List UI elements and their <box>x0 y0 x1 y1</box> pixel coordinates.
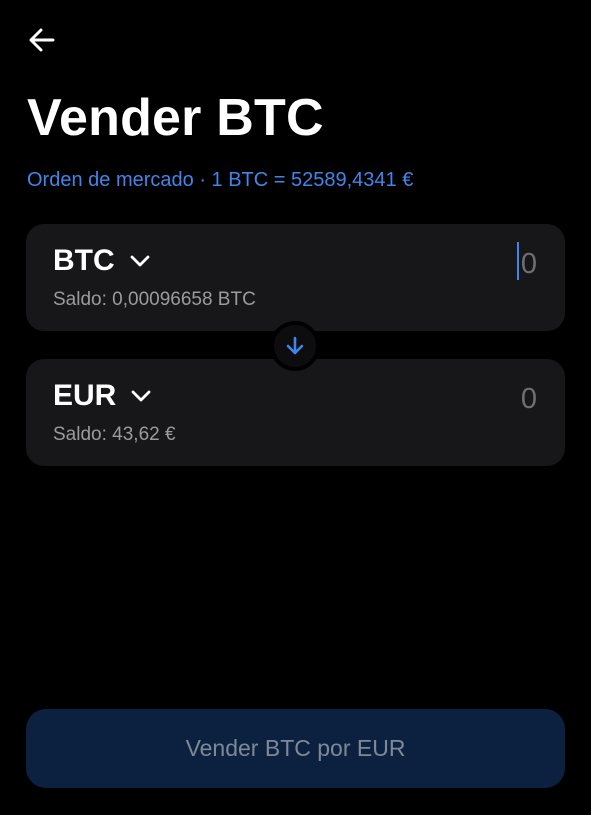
to-currency-code: EUR <box>53 379 117 412</box>
chevron-down-icon <box>130 255 150 267</box>
chevron-down-icon <box>131 390 151 402</box>
to-currency-selector[interactable]: EUR <box>53 377 152 415</box>
arrow-left-icon <box>29 28 55 52</box>
from-amount-input[interactable] <box>417 244 537 284</box>
from-currency-code: BTC <box>53 244 115 277</box>
text-cursor <box>517 242 519 280</box>
sell-btc-for-eur-button[interactable]: Vender BTC por EUR <box>26 709 565 788</box>
back-button[interactable] <box>22 20 62 60</box>
market-rate-text: Orden de mercado · 1 BTC = 52589,4341 € <box>27 169 414 191</box>
to-balance: Saldo: 43,62 € <box>53 424 176 445</box>
to-amount-input[interactable] <box>417 379 537 419</box>
receive-currency-card: EUR Saldo: 43,62 € <box>26 359 565 466</box>
page-title: Vender BTC <box>27 89 324 147</box>
from-currency-selector[interactable]: BTC <box>53 242 151 280</box>
arrow-down-icon <box>286 336 304 355</box>
swap-direction-button[interactable] <box>270 321 320 371</box>
sell-currency-card: BTC Saldo: 0,00096658 BTC <box>26 224 565 331</box>
from-balance: Saldo: 0,00096658 BTC <box>53 289 256 310</box>
